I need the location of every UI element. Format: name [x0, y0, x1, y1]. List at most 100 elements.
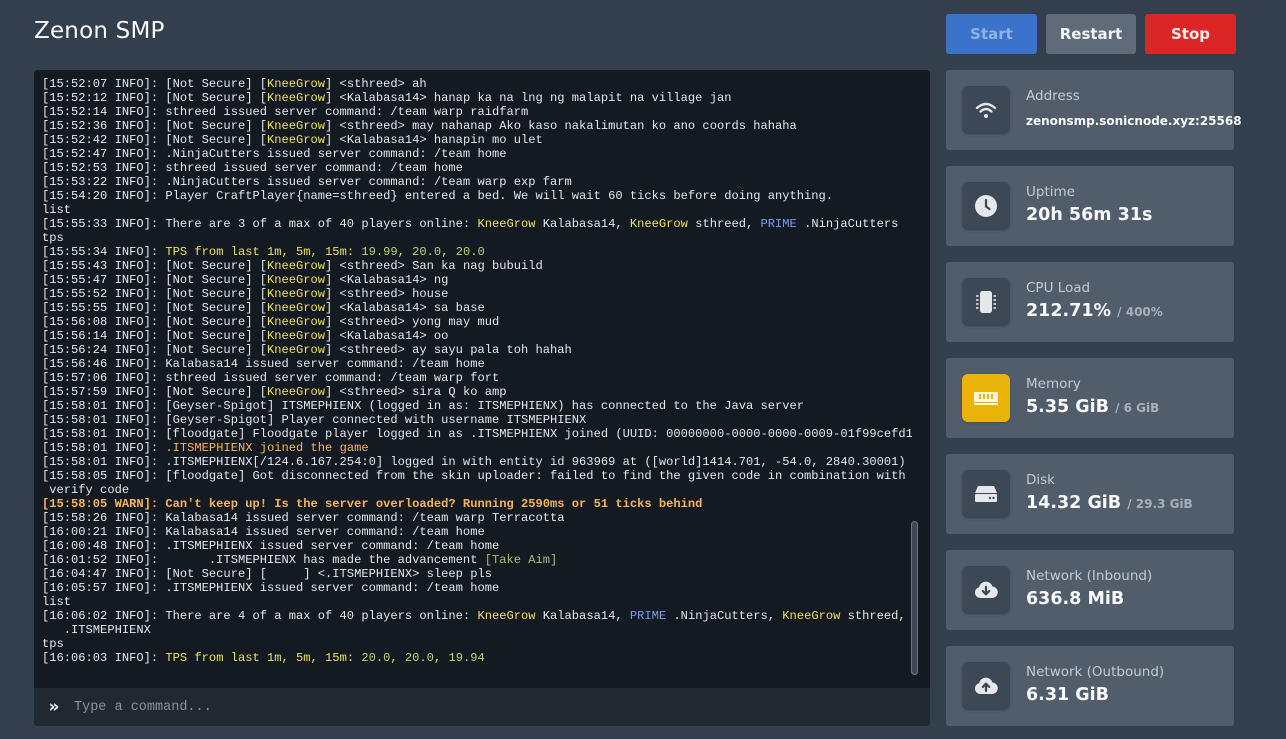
- console-text: [15:52:14 INFO]: sthreed issued server c…: [42, 105, 529, 119]
- console-line: [15:57:59 INFO]: [Not Secure] [KneeGrow]…: [42, 385, 912, 399]
- console-text: [16:05:57 INFO]: .ITSMEPHIENX issued ser…: [42, 581, 500, 595]
- console-text: ] <sthreed> San ka nag bubuild: [325, 259, 543, 273]
- console-text-yellow: KneeGrow: [477, 609, 536, 623]
- console-text-green: 19.94: [448, 651, 485, 665]
- console-line: [15:52:12 INFO]: [Not Secure] [KneeGrow]…: [42, 91, 912, 105]
- console-text: [15:52:47 INFO]: .NinjaCutters issued se…: [42, 147, 507, 161]
- hard-drive-icon: [962, 470, 1010, 518]
- console-line: tps: [42, 231, 912, 245]
- console-text-yellow: KneeGrow: [477, 217, 536, 231]
- console-line: [15:58:01 INFO]: .ITSMEPHIENX joined the…: [42, 441, 912, 455]
- console-line: [15:58:01 INFO]: [Geyser-Spigot] ITSMEPH…: [42, 399, 912, 413]
- console-text-yellow: KneeGrow: [266, 119, 326, 133]
- console-text: tps: [42, 637, 64, 651]
- cloud-upload-icon: [962, 662, 1010, 710]
- console-text: ] <sthreed> yong may mud: [325, 315, 500, 329]
- stat-limit: / 6 GiB: [1115, 401, 1160, 415]
- console-line: [15:52:47 INFO]: .NinjaCutters issued se…: [42, 147, 912, 161]
- console-text: [15:52:36 INFO]: [Not Secure] [: [42, 119, 267, 133]
- console-text: [15:56:24 INFO]: [Not Secure] [: [42, 343, 267, 357]
- console-line: [15:56:24 INFO]: [Not Secure] [KneeGrow]…: [42, 343, 912, 357]
- console-line: [15:57:06 INFO]: sthreed issued server c…: [42, 371, 912, 385]
- stat-value: zenonsmp.sonicnode.xyz:25568: [1026, 114, 1242, 128]
- double-chevron-right-icon: »: [48, 697, 60, 717]
- console-text-blue: PRIME: [629, 609, 667, 623]
- stat-label: CPU Load: [1026, 280, 1091, 296]
- console-line: .ITSMEPHIENX: [42, 623, 912, 637]
- console-line: list: [42, 203, 912, 217]
- console-text-green: 20.0: [455, 245, 485, 259]
- restart-button[interactable]: Restart: [1046, 14, 1136, 54]
- command-input[interactable]: [74, 699, 930, 715]
- start-button[interactable]: Start: [946, 14, 1037, 54]
- console-text: [15:55:33 INFO]: There are 3 of a max of…: [42, 217, 478, 231]
- console-line: [15:52:07 INFO]: [Not Secure] [KneeGrow]…: [42, 77, 912, 91]
- console-line: [15:58:05 INFO]: [floodgate] Got disconn…: [42, 469, 912, 483]
- console-text: tps: [42, 231, 64, 245]
- console-line: [15:54:20 INFO]: Player CraftPlayer{name…: [42, 189, 912, 203]
- stat-label: Uptime: [1026, 184, 1075, 200]
- console-text-yellow: ,: [441, 245, 456, 259]
- console-text-yellow: KneeGrow: [266, 91, 326, 105]
- console-text: [15:52:53 INFO]: sthreed issued server c…: [42, 161, 463, 175]
- console-scrollbar[interactable]: [911, 521, 918, 675]
- console-text: [15:52:07 INFO]: [Not Secure] [: [42, 77, 267, 91]
- console-text: ] <sthreed> sira Q ko amp: [325, 385, 507, 399]
- command-bar: »: [34, 688, 930, 726]
- power-controls: Start Restart Stop: [946, 14, 1236, 54]
- stat-label: Disk: [1026, 472, 1055, 488]
- console-text: [15:58:01 INFO]:: [42, 441, 166, 455]
- console-line: [15:56:14 INFO]: [Not Secure] [KneeGrow]…: [42, 329, 912, 343]
- clock-icon: [962, 182, 1010, 230]
- console-text-warn: [15:58:05 WARN]: Can't keep up! Is the s…: [42, 497, 703, 511]
- console-line: [15:52:14 INFO]: sthreed issued server c…: [42, 105, 912, 119]
- memory-icon: [962, 374, 1010, 422]
- console-text: list: [42, 203, 72, 217]
- console-text: [15:55:34 INFO]:: [42, 245, 166, 259]
- console-text: [15:58:01 INFO]: [floodgate] Floodgate p…: [42, 427, 912, 441]
- console-text-yellow: KneeGrow: [266, 301, 326, 315]
- console-line: [15:55:52 INFO]: [Not Secure] [KneeGrow]…: [42, 287, 912, 301]
- console-line: [15:56:46 INFO]: Kalabasa14 issued serve…: [42, 357, 912, 371]
- console-text: ] <sthreed> ay sayu pala toh hahah: [325, 343, 572, 357]
- console-text: [16:00:21 INFO]: Kalabasa14 issued serve…: [42, 525, 485, 539]
- console-line: [16:06:03 INFO]: TPS from last 1m, 5m, 1…: [42, 651, 912, 665]
- console-text-yellow: TPS from last 1m, 5m, 15m:: [165, 651, 362, 665]
- console-line: [15:58:01 INFO]: [Geyser-Spigot] Player …: [42, 413, 912, 427]
- console-text: [15:58:05 INFO]: [floodgate] Got disconn…: [42, 469, 912, 483]
- console-text: list: [42, 595, 72, 609]
- stat-card-cpu: CPU Load 212.71% / 400%: [946, 262, 1234, 342]
- console-text: [15:55:43 INFO]: [Not Secure] [: [42, 259, 267, 273]
- console-text: [15:58:01 INFO]: [Geyser-Spigot] ITSMEPH…: [42, 399, 805, 413]
- console-text: Kalabasa14,: [535, 609, 630, 623]
- console-text-green: 20.0: [404, 651, 434, 665]
- console-line: [15:52:42 INFO]: [Not Secure] [KneeGrow]…: [42, 133, 912, 147]
- console-text: ] <Kalabasa14> oo: [325, 329, 449, 343]
- console-text: verify code: [42, 483, 130, 497]
- console-text: [15:57:06 INFO]: sthreed issued server c…: [42, 371, 500, 385]
- stat-value: 5.35 GiB: [1026, 397, 1109, 417]
- console-line: list: [42, 595, 912, 609]
- cloud-download-icon: [962, 566, 1010, 614]
- console-text-green: 19.99: [361, 245, 398, 259]
- stop-button[interactable]: Stop: [1145, 14, 1236, 54]
- console-text-yellow: KneeGrow: [266, 315, 326, 329]
- console-text: ] <Kalabasa14> hanapin mo ulet: [325, 133, 543, 147]
- console-line: [16:05:57 INFO]: .ITSMEPHIENX issued ser…: [42, 581, 912, 595]
- stat-label: Network (Outbound): [1026, 664, 1165, 680]
- console-text: [16:00:48 INFO]: .ITSMEPHIENX issued ser…: [42, 539, 500, 553]
- stat-card-network-outbound: Network (Outbound) 6.31 GiB: [946, 646, 1234, 726]
- console-text: [16:04:47 INFO]: [Not Secure] [ ] <.ITSM…: [42, 567, 492, 581]
- console-text-yellow: KneeGrow: [266, 273, 326, 287]
- console-line: tps: [42, 637, 912, 651]
- console-line: [16:01:52 INFO]: .ITSMEPHIENX has made t…: [42, 553, 912, 567]
- console-line: [15:55:33 INFO]: There are 3 of a max of…: [42, 217, 912, 231]
- console-text: ] <Kalabasa14> ng: [325, 273, 449, 287]
- console-text: ] <sthreed> may nahanap Ako kaso nakalim…: [325, 119, 797, 133]
- console-text-yellow: ,: [390, 651, 405, 665]
- stat-card-network-inbound: Network (Inbound) 636.8 MiB: [946, 550, 1234, 630]
- console-line: [15:55:43 INFO]: [Not Secure] [KneeGrow]…: [42, 259, 912, 273]
- console-text: ] <sthreed> house: [325, 287, 449, 301]
- stat-label: Network (Inbound): [1026, 568, 1153, 584]
- console-text: .NinjaCutters,: [666, 609, 783, 623]
